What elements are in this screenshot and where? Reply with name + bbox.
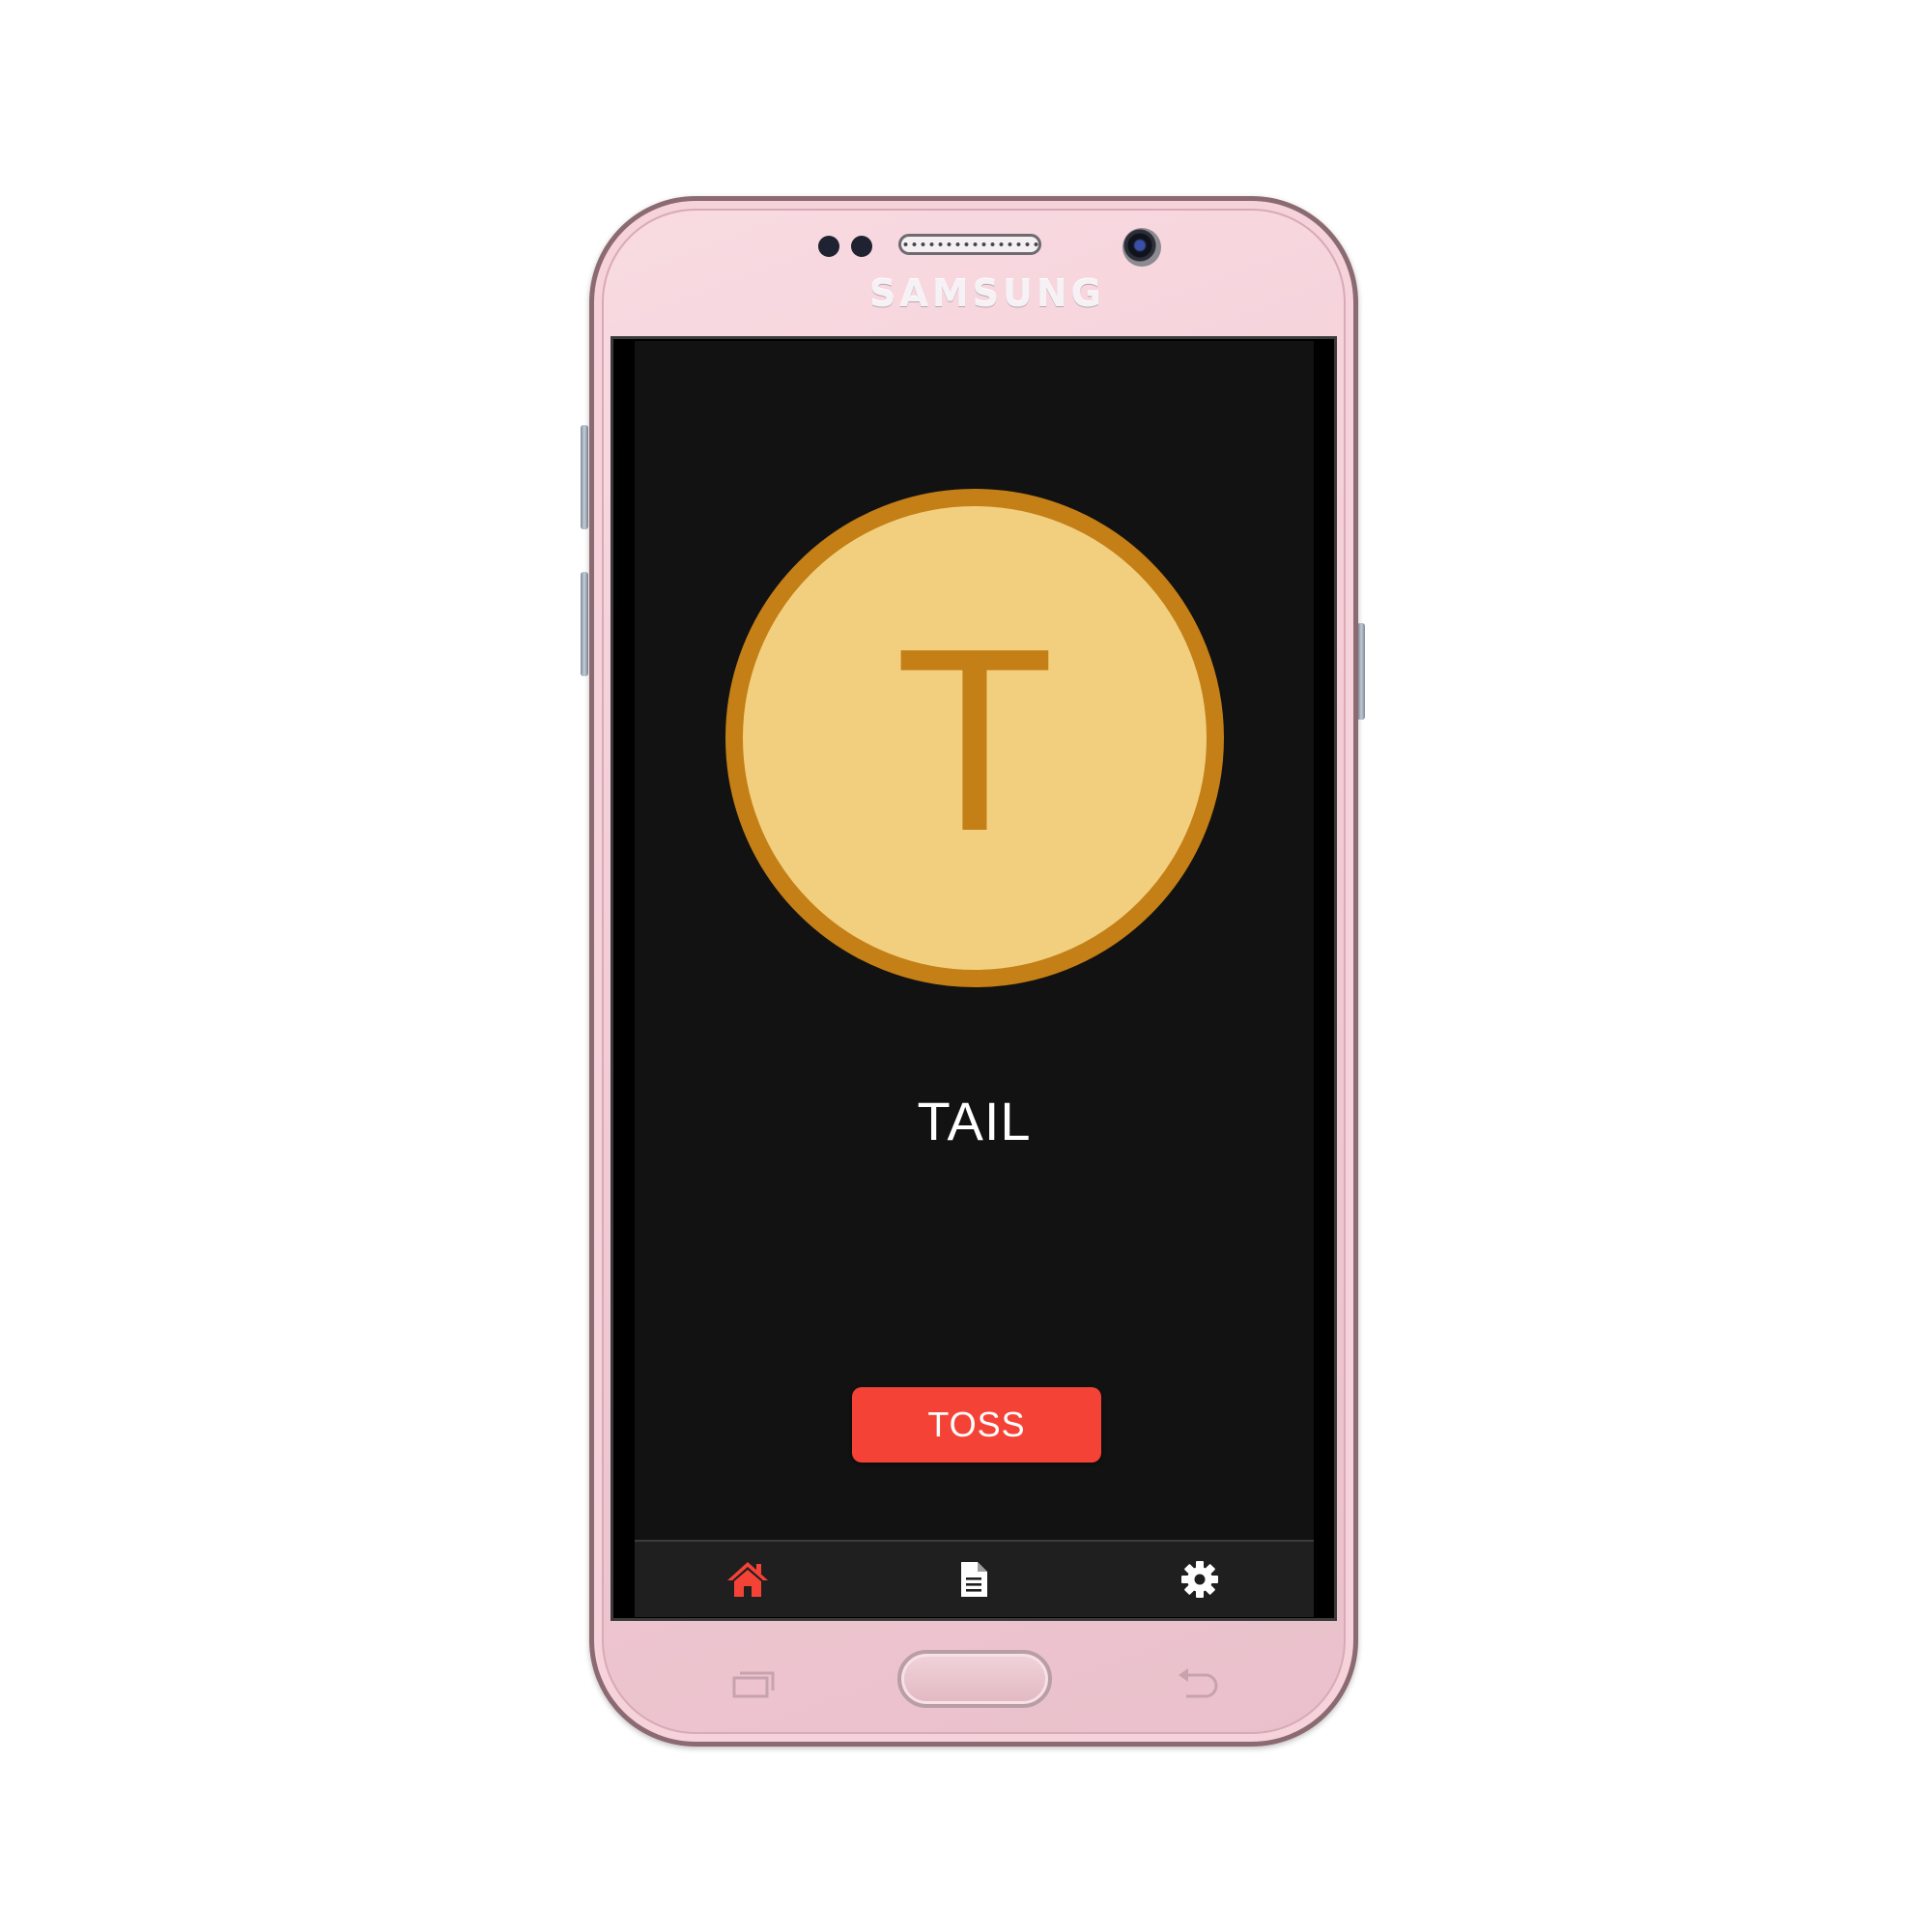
coin-face-letter: T — [895, 595, 1055, 886]
toss-button-label: TOSS — [927, 1405, 1026, 1444]
bottom-navigation — [635, 1540, 1314, 1617]
home-key[interactable] — [897, 1650, 1052, 1708]
earpiece-speaker — [898, 234, 1041, 255]
toss-result-label: TAIL — [917, 1091, 1032, 1151]
app-screen: T TAIL TOSS — [635, 341, 1314, 1617]
nav-item-history[interactable] — [861, 1542, 1087, 1617]
nav-item-settings[interactable] — [1087, 1542, 1313, 1617]
volume-up-key — [581, 425, 588, 529]
proximity-sensor — [818, 236, 839, 257]
front-camera — [1122, 228, 1161, 267]
coin[interactable]: T — [725, 489, 1224, 987]
volume-down-key — [581, 572, 588, 676]
gear-icon — [1181, 1561, 1218, 1598]
back-icon[interactable] — [1177, 1665, 1223, 1700]
device-mockup: SAMSUNG T TAIL TOSS — [0, 0, 1932, 1932]
home-icon — [727, 1562, 768, 1597]
light-sensor — [851, 236, 872, 257]
nav-item-home[interactable] — [635, 1542, 861, 1617]
recent-apps-icon[interactable] — [732, 1669, 775, 1698]
power-key — [1357, 623, 1365, 720]
document-icon — [961, 1562, 987, 1597]
brand-logo: SAMSUNG — [869, 272, 1105, 315]
toss-button[interactable]: TOSS — [852, 1387, 1101, 1463]
